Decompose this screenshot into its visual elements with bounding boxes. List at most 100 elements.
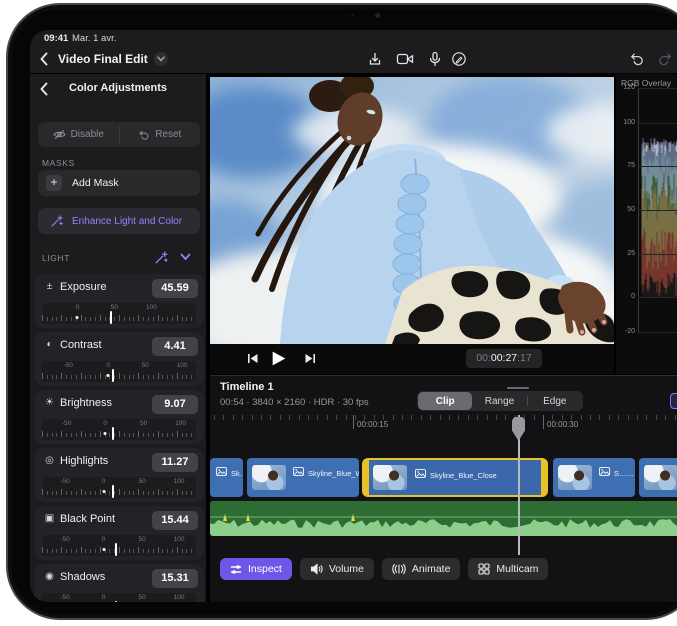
status-time: 09:41 [44,33,68,44]
ruler-tick [56,317,57,321]
slider-value[interactable]: 15.31 [152,569,198,588]
skip-forward-icon[interactable] [304,352,317,365]
ruler-tick [138,431,139,437]
light-collapse-chevron-icon[interactable] [180,253,191,261]
slider-ruler[interactable]: -50050100 [42,477,196,498]
disable-button[interactable]: Disable [38,122,119,147]
ruler-tick [85,491,86,495]
timeline-toolbar: Inspect Volume Animate Multicam [220,558,548,580]
camera-icon[interactable] [396,50,414,68]
adjustment-slider[interactable]: ◐ Contrast 4.41 -50050100 [34,332,204,386]
adjustment-slider[interactable]: ☀ Brightness 9.07 -50050100 [34,390,204,444]
slider-ruler[interactable]: -50050100 [42,593,196,602]
ruler-tick [42,431,43,437]
title-dropdown-button[interactable] [154,52,168,66]
disable-label: Disable [71,129,104,140]
light-wand-icon[interactable] [154,251,168,265]
ruler-tick [81,373,82,379]
timeline-ruler[interactable]: 00:00:1500:00:30 [210,415,677,432]
adjustment-slider[interactable]: ◎ Highlights 11.27 -50050100 [34,448,204,502]
ruler-tick [42,373,43,379]
ruler-tick [191,549,192,553]
ruler-minor-tick [505,415,506,420]
ruler-tick [119,373,120,379]
project-title[interactable]: Video Final Edit [58,52,148,66]
slider-ruler[interactable]: -50050100 [42,361,196,382]
timeline-clip[interactable]: Sk…… [210,458,243,497]
reset-button[interactable]: Reset [120,122,201,147]
slider-ruler[interactable]: -50050100 [42,419,196,440]
ruler-minor-tick [299,415,300,420]
panel-title: Color Adjustments [30,82,206,94]
ruler-minor-tick [458,415,459,420]
play-button-icon[interactable] [272,351,286,366]
ruler-tick [100,315,101,321]
pencil-tools-icon[interactable] [450,50,468,68]
ruler-minor-tick [355,415,356,420]
back-chevron-icon[interactable] [40,52,48,66]
timeline-clip[interactable]: Skyline_Blue_Wide [247,458,359,497]
ruler-tick [148,375,149,379]
zoom-partial-button[interactable] [670,393,677,409]
sliders-list: ± Exposure 45.59 050100 ◐ Contrast 4.41 … [34,274,204,602]
add-mask-button[interactable]: + Add Mask [38,170,200,196]
slider-value[interactable]: 4.41 [152,337,198,356]
timeline-clip[interactable] [639,458,677,497]
animate-button[interactable]: Animate [382,558,461,580]
volume-button[interactable]: Volume [300,558,374,580]
timeline-clip[interactable]: S…… [553,458,635,497]
slider-thumb[interactable] [115,543,117,556]
slider-value[interactable]: 11.27 [152,453,198,472]
ruler-number: 50 [140,420,147,427]
slider-value[interactable]: 45.59 [152,279,198,298]
transport-bar: 00:00:27:17 [210,344,614,374]
ruler-tick [138,547,139,553]
ruler-tick [129,549,130,553]
audio-track[interactable] [210,501,677,536]
scope-gridline [638,166,677,167]
ruler-number: -50 [62,420,71,427]
adjustment-slider[interactable]: ± Exposure 45.59 050100 [34,274,204,328]
ruler-tick [191,491,192,495]
mode-clip[interactable]: Clip [418,392,472,410]
multicam-button[interactable]: Multicam [468,558,548,580]
slider-value[interactable]: 9.07 [152,395,198,414]
slider-value[interactable]: 15.44 [152,511,198,530]
clip-thumbnail [373,465,407,490]
timecode-display[interactable]: 00:00:27:17 [466,349,542,368]
slider-thumb[interactable] [112,485,114,498]
ruler-tick [52,375,53,379]
ruler-number: 50 [111,304,118,311]
inspect-button[interactable]: Inspect [220,558,292,580]
ruler-number: -50 [60,536,69,543]
playhead-handle[interactable] [512,417,525,441]
magic-wand-icon [50,215,63,228]
slider-thumb[interactable] [112,427,114,440]
adjustment-slider[interactable]: ▣ Black Point 15.44 -50050100 [34,506,204,560]
slider-thumb[interactable] [115,601,117,602]
ruler-tick [114,433,115,437]
slider-ruler[interactable]: 050100 [42,303,196,324]
undo-icon[interactable] [628,50,646,68]
enhance-light-color-button[interactable]: Enhance Light and Color [38,208,200,234]
microphone-icon[interactable] [426,50,444,68]
slider-ruler[interactable]: -50050100 [42,535,196,556]
ruler-minor-tick [449,415,450,420]
adjustment-slider[interactable]: ◉ Shadows 15.31 -50050100 [34,564,204,602]
mode-range[interactable]: Range [472,392,526,410]
slider-thumb[interactable] [110,311,112,324]
preview-video-frame[interactable] [210,74,614,344]
import-icon[interactable] [366,50,384,68]
slider-thumb[interactable] [112,369,114,382]
clip-track: Sk……Skyline_Blue_WideSkyline_Blue_CloseS… [210,458,677,497]
ruler-minor-tick [346,415,347,420]
ruler-tick [162,491,163,495]
ruler-tick [47,549,48,553]
mode-edge[interactable]: Edge [528,392,582,410]
ruler-tick [129,317,130,321]
timeline-clip[interactable]: Skyline_Blue_Close [362,458,548,497]
scope-gridline [638,332,677,333]
clip-thumbnail [558,465,592,490]
skip-back-icon[interactable] [246,352,259,365]
slider-icon: ◐ [43,339,56,350]
